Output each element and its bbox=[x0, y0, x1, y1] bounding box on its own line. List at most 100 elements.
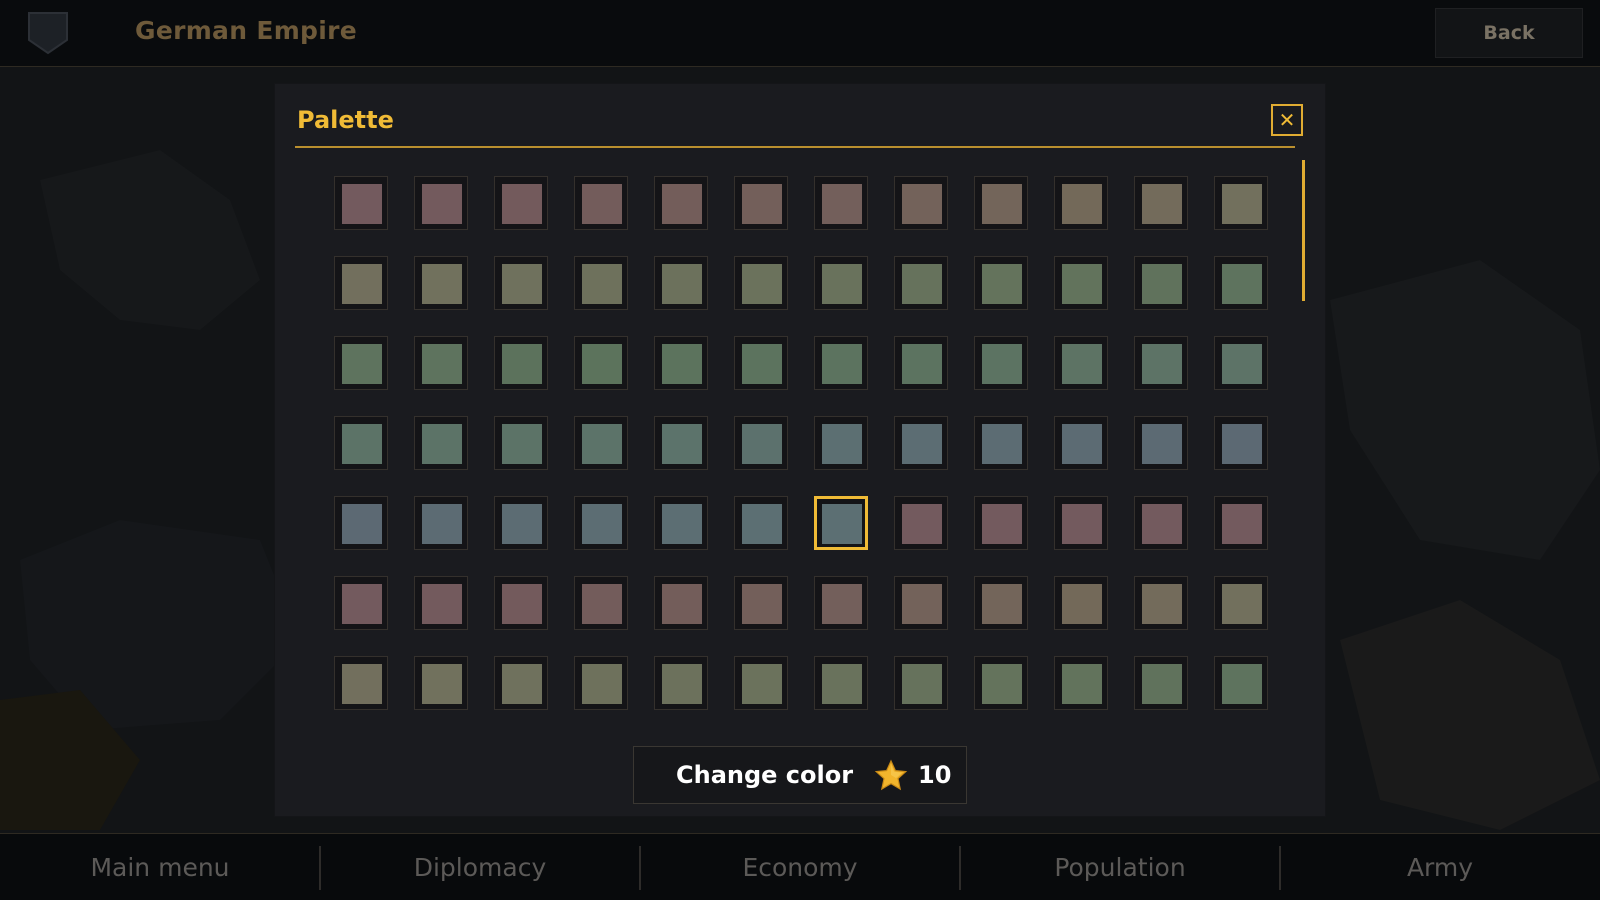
color-swatch[interactable] bbox=[1214, 496, 1268, 550]
color-swatch[interactable] bbox=[734, 656, 788, 710]
color-swatch[interactable] bbox=[574, 256, 628, 310]
color-swatch[interactable] bbox=[974, 176, 1028, 230]
color-swatch[interactable] bbox=[894, 656, 948, 710]
color-swatch[interactable] bbox=[1134, 176, 1188, 230]
color-swatch[interactable] bbox=[1214, 336, 1268, 390]
color-swatch[interactable] bbox=[654, 256, 708, 310]
color-swatch[interactable] bbox=[894, 336, 948, 390]
swatch-color-fill bbox=[1062, 344, 1102, 384]
color-swatch[interactable] bbox=[894, 496, 948, 550]
color-swatch[interactable] bbox=[494, 576, 548, 630]
color-swatch[interactable] bbox=[494, 416, 548, 470]
color-swatch[interactable] bbox=[814, 176, 868, 230]
color-swatch[interactable] bbox=[734, 336, 788, 390]
color-swatch[interactable] bbox=[654, 176, 708, 230]
color-swatch[interactable] bbox=[574, 496, 628, 550]
color-swatch[interactable] bbox=[974, 416, 1028, 470]
swatch-color-fill bbox=[342, 424, 382, 464]
nav-population[interactable]: Population bbox=[960, 834, 1280, 900]
color-swatch[interactable] bbox=[334, 416, 388, 470]
color-swatch[interactable] bbox=[1214, 416, 1268, 470]
color-swatch[interactable] bbox=[494, 496, 548, 550]
color-swatch[interactable] bbox=[414, 416, 468, 470]
color-swatch[interactable] bbox=[1134, 336, 1188, 390]
color-swatch[interactable] bbox=[654, 336, 708, 390]
color-swatch[interactable] bbox=[734, 416, 788, 470]
color-swatch[interactable] bbox=[734, 576, 788, 630]
nav-economy[interactable]: Economy bbox=[640, 834, 960, 900]
color-swatch[interactable] bbox=[814, 496, 868, 550]
color-swatch[interactable] bbox=[814, 336, 868, 390]
color-swatch[interactable] bbox=[734, 176, 788, 230]
color-swatch[interactable] bbox=[1054, 656, 1108, 710]
color-swatch[interactable] bbox=[1134, 656, 1188, 710]
color-swatch[interactable] bbox=[494, 256, 548, 310]
color-swatch[interactable] bbox=[414, 256, 468, 310]
color-swatch[interactable] bbox=[414, 656, 468, 710]
back-button[interactable]: Back bbox=[1435, 8, 1583, 58]
country-name: German Empire bbox=[135, 16, 358, 45]
color-swatch[interactable] bbox=[734, 256, 788, 310]
color-swatch[interactable] bbox=[1134, 576, 1188, 630]
coat-of-arms-shield-icon[interactable] bbox=[26, 10, 70, 56]
color-swatch[interactable] bbox=[654, 416, 708, 470]
color-swatch[interactable] bbox=[974, 496, 1028, 550]
color-swatch[interactable] bbox=[494, 656, 548, 710]
color-swatch[interactable] bbox=[814, 576, 868, 630]
color-swatch[interactable] bbox=[334, 496, 388, 550]
swatch-color-fill bbox=[662, 504, 702, 544]
color-swatch[interactable] bbox=[334, 656, 388, 710]
color-swatch[interactable] bbox=[1054, 336, 1108, 390]
color-swatch[interactable] bbox=[974, 256, 1028, 310]
color-swatch[interactable] bbox=[894, 176, 948, 230]
color-swatch[interactable] bbox=[894, 256, 948, 310]
color-swatch[interactable] bbox=[574, 576, 628, 630]
color-swatch[interactable] bbox=[1214, 256, 1268, 310]
color-swatch[interactable] bbox=[334, 576, 388, 630]
color-swatch[interactable] bbox=[1054, 256, 1108, 310]
color-swatch[interactable] bbox=[1054, 496, 1108, 550]
color-swatch[interactable] bbox=[974, 336, 1028, 390]
color-swatch[interactable] bbox=[494, 336, 548, 390]
color-swatch[interactable] bbox=[334, 176, 388, 230]
swatch-color-fill bbox=[342, 184, 382, 224]
color-swatch[interactable] bbox=[654, 576, 708, 630]
color-swatch[interactable] bbox=[974, 576, 1028, 630]
swatch-color-fill bbox=[822, 584, 862, 624]
color-swatch[interactable] bbox=[1214, 576, 1268, 630]
color-swatch[interactable] bbox=[814, 416, 868, 470]
color-swatch[interactable] bbox=[654, 496, 708, 550]
nav-main-menu[interactable]: Main menu bbox=[0, 834, 320, 900]
change-color-button[interactable]: Change color 10 bbox=[633, 746, 967, 804]
color-swatch[interactable] bbox=[1214, 176, 1268, 230]
color-swatch[interactable] bbox=[414, 176, 468, 230]
color-swatch[interactable] bbox=[334, 256, 388, 310]
color-swatch[interactable] bbox=[894, 416, 948, 470]
color-swatch[interactable] bbox=[414, 576, 468, 630]
color-swatch[interactable] bbox=[814, 656, 868, 710]
color-swatch[interactable] bbox=[654, 656, 708, 710]
color-swatch[interactable] bbox=[1134, 416, 1188, 470]
color-swatch[interactable] bbox=[814, 256, 868, 310]
color-swatch[interactable] bbox=[574, 416, 628, 470]
nav-diplomacy[interactable]: Diplomacy bbox=[320, 834, 640, 900]
palette-scrollbar[interactable] bbox=[1302, 160, 1305, 800]
color-swatch[interactable] bbox=[334, 336, 388, 390]
color-swatch[interactable] bbox=[974, 656, 1028, 710]
color-swatch[interactable] bbox=[574, 656, 628, 710]
color-swatch[interactable] bbox=[414, 496, 468, 550]
color-swatch[interactable] bbox=[1134, 496, 1188, 550]
color-swatch[interactable] bbox=[414, 336, 468, 390]
color-swatch[interactable] bbox=[1134, 256, 1188, 310]
nav-army[interactable]: Army bbox=[1280, 834, 1600, 900]
color-swatch[interactable] bbox=[574, 176, 628, 230]
color-swatch[interactable] bbox=[574, 336, 628, 390]
color-swatch[interactable] bbox=[894, 576, 948, 630]
color-swatch[interactable] bbox=[1214, 656, 1268, 710]
color-swatch[interactable] bbox=[1054, 176, 1108, 230]
color-swatch[interactable] bbox=[494, 176, 548, 230]
color-swatch[interactable] bbox=[1054, 416, 1108, 470]
scrollbar-thumb[interactable] bbox=[1302, 160, 1305, 301]
color-swatch[interactable] bbox=[1054, 576, 1108, 630]
color-swatch[interactable] bbox=[734, 496, 788, 550]
